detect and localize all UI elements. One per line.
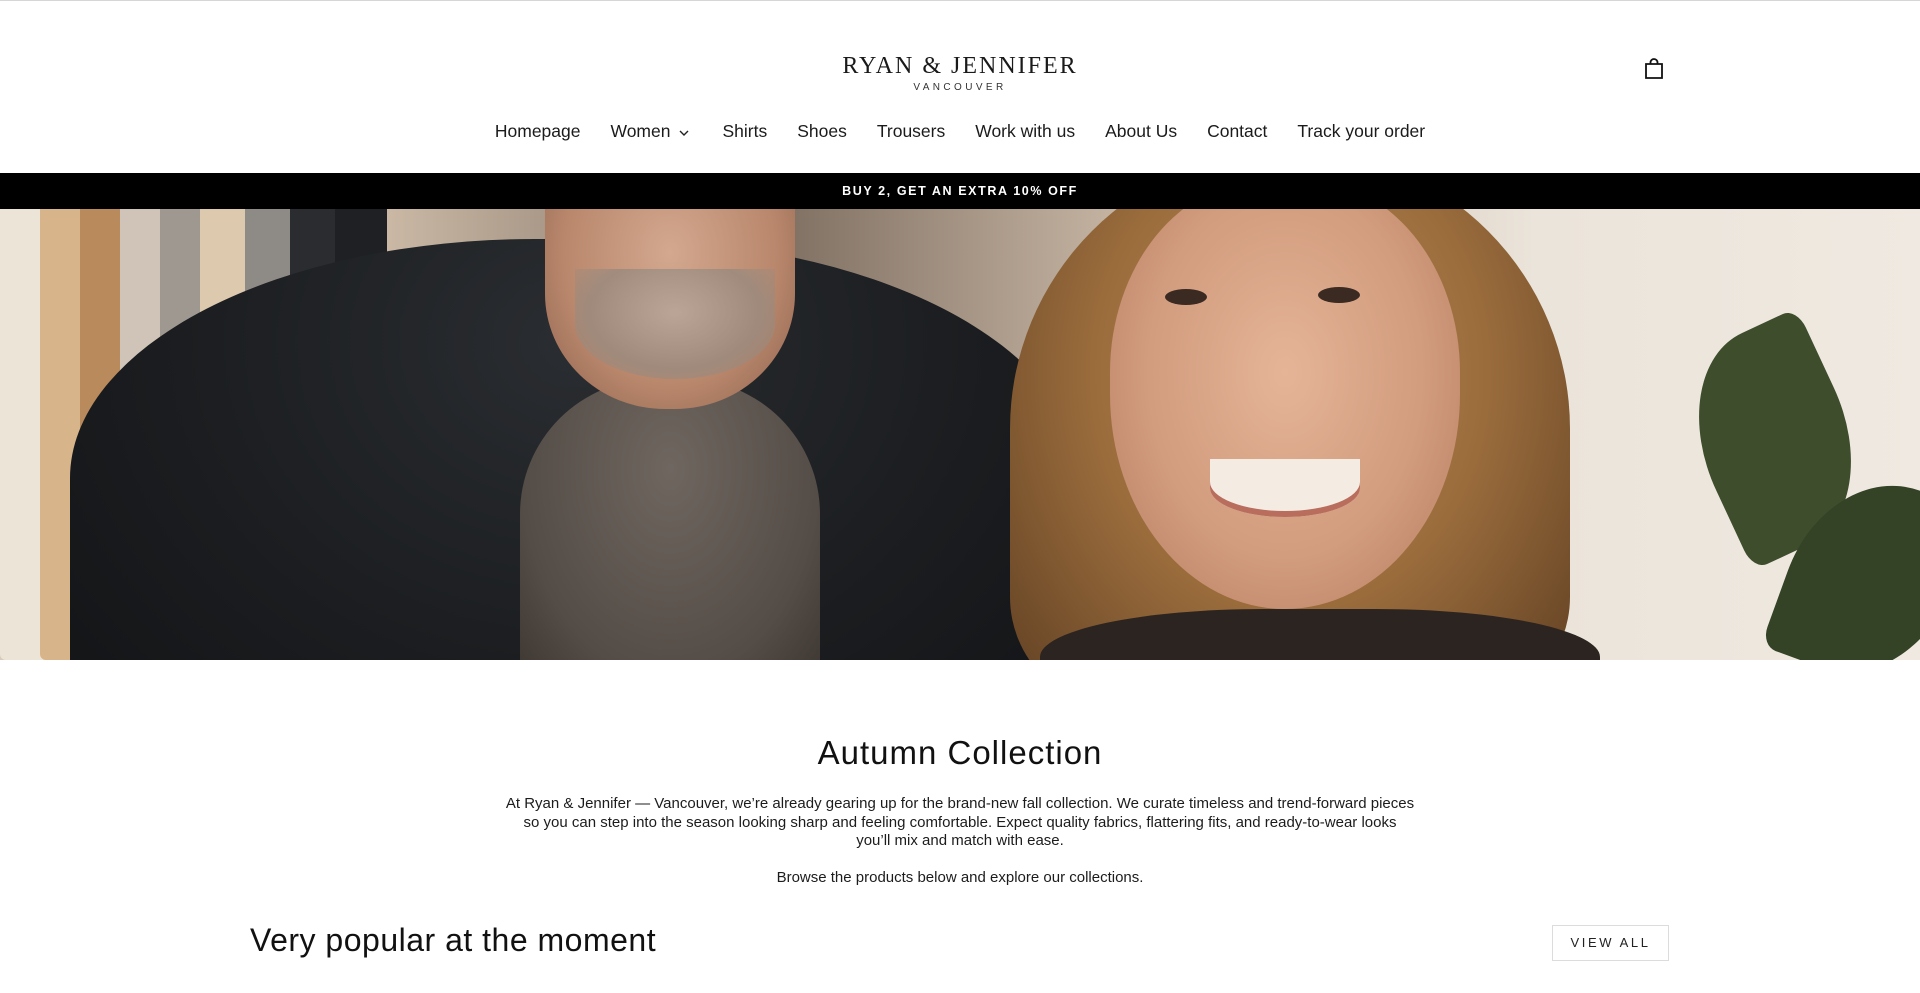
- nav-item-label: Trousers: [876, 121, 946, 141]
- announcement-bar[interactable]: BUY 2, GET AN EXTRA 10% OFF: [0, 173, 1920, 209]
- nav-item-label: About Us: [1105, 121, 1178, 141]
- man-tshirt: [520, 379, 820, 660]
- nav-item-label: Shoes: [797, 121, 847, 141]
- nav-item-shirts[interactable]: Shirts: [722, 121, 767, 142]
- view-all-label: VIEW ALL: [1570, 935, 1651, 950]
- collection-description: At Ryan & Jennifer — Vancouver, we’re al…: [505, 795, 1415, 849]
- shopping-bag-icon: [1645, 58, 1663, 79]
- nav-item-label: Work with us: [975, 121, 1076, 141]
- cart-button[interactable]: [1642, 57, 1670, 85]
- brand-location: VANCOUVER: [913, 82, 1007, 93]
- nav-item-trousers[interactable]: Trousers: [877, 121, 945, 142]
- nav-item-label: Homepage: [494, 121, 581, 141]
- nav-item-label: Shirts: [722, 121, 768, 141]
- collection-intro: Autumn Collection At Ryan & Jennifer — V…: [0, 660, 1920, 886]
- announcement-text: BUY 2, GET AN EXTRA 10% OFF: [842, 184, 1078, 198]
- browse-text: Browse the products below and explore ou…: [776, 868, 1144, 886]
- man-beard: [575, 269, 775, 379]
- brand-name: RYAN & JENNIFER: [842, 53, 1078, 79]
- hero-image: [0, 209, 1920, 660]
- nav-item-women[interactable]: Women: [611, 121, 693, 142]
- nav-item-contact[interactable]: Contact: [1207, 121, 1267, 142]
- woman-smile: [1210, 459, 1360, 517]
- view-all-button[interactable]: VIEW ALL: [1552, 924, 1669, 961]
- nav-item-shoes[interactable]: Shoes: [797, 121, 847, 142]
- nav-item-about-us[interactable]: About Us: [1105, 121, 1177, 142]
- eye-right: [1318, 287, 1360, 303]
- brand-logo[interactable]: RYAN & JENNIFER VANCOUVER: [0, 53, 1920, 93]
- eye-left: [1165, 289, 1207, 305]
- featured-products: Very popular at the moment VIEW ALL: [0, 886, 1920, 993]
- chevron-down-icon: [678, 125, 692, 139]
- nav-item-work-with-us[interactable]: Work with us: [975, 121, 1075, 142]
- nav-item-track-order[interactable]: Track your order: [1297, 121, 1425, 142]
- nav-item-homepage[interactable]: Homepage: [495, 121, 581, 142]
- site-header: RYAN & JENNIFER VANCOUVER Homepage Women…: [0, 1, 1920, 173]
- main-navigation: Homepage Women Shirts Shoes Trousers Wor…: [0, 121, 1920, 142]
- nav-item-label: Track your order: [1297, 121, 1426, 141]
- nav-item-label: Contact: [1207, 121, 1268, 141]
- collection-title: Autumn Collection: [817, 734, 1103, 771]
- featured-title: Very popular at the moment: [250, 921, 657, 958]
- nav-item-label: Women: [610, 121, 671, 141]
